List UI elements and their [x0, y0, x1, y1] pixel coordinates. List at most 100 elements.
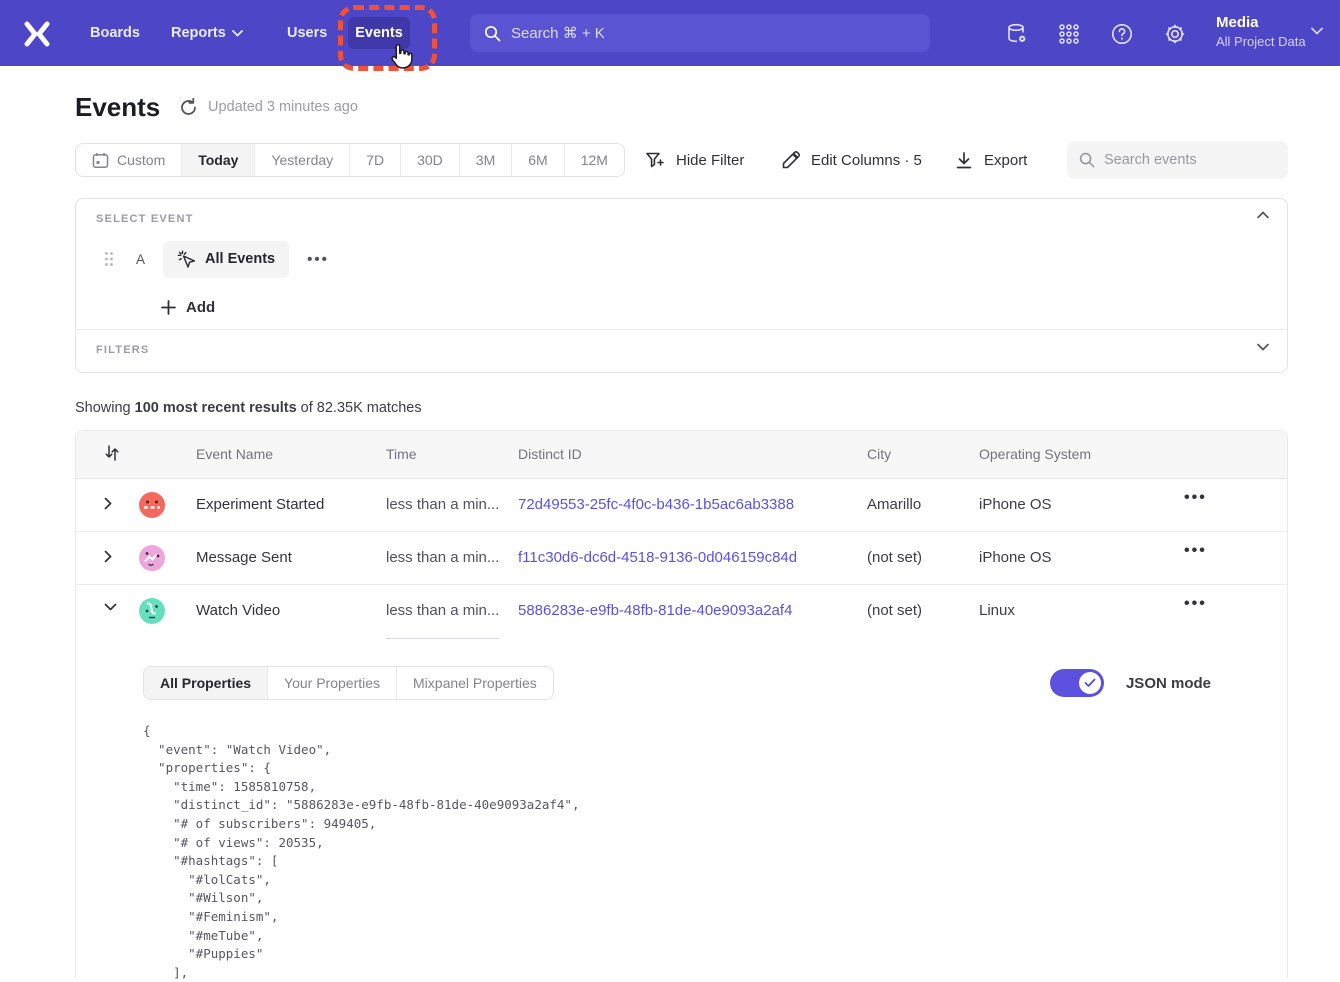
date-option-30d[interactable]: 30D [400, 144, 459, 176]
properties-tabs: All Properties Your Properties Mixpanel … [143, 666, 554, 700]
magic-cursor-icon [177, 250, 196, 269]
help-icon[interactable] [1110, 22, 1134, 46]
event-selector-chip[interactable]: All Events [163, 241, 289, 278]
summary-count: 100 most recent results [135, 400, 297, 416]
chevron-down-icon[interactable] [104, 603, 117, 611]
row-more-button[interactable]: ••• [1184, 542, 1207, 560]
events-table: Event Name Time Distinct ID City Operati… [75, 430, 1288, 978]
event-row-more-button[interactable]: ••• [307, 251, 329, 268]
date-option-yesterday[interactable]: Yesterday [254, 144, 349, 176]
chevron-up-icon[interactable] [1257, 211, 1269, 219]
row-more-button[interactable]: ••• [1184, 489, 1207, 507]
nav-item-reports-label: Reports [171, 25, 226, 41]
project-scope: All Project Data [1216, 33, 1306, 51]
date-range-control: Custom Today Yesterday 7D 30D 3M 6M 12M [75, 143, 625, 177]
date-option-custom[interactable]: Custom [76, 144, 181, 176]
table-row: Message Sent less than a min... f11c30d6… [76, 532, 1287, 585]
date-option-7d[interactable]: 7D [349, 144, 400, 176]
search-events-box[interactable] [1067, 141, 1288, 179]
plus-icon [161, 300, 176, 315]
cell-city: (not set) [867, 602, 922, 619]
project-name: Media [1216, 13, 1306, 33]
add-event-label: Add [186, 299, 215, 316]
event-json-viewer: { "event": "Watch Video", "properties": … [143, 722, 580, 982]
date-option-12m[interactable]: 12M [564, 144, 624, 176]
export-button[interactable]: Export [955, 143, 1027, 177]
filters-section-label: FILTERS [96, 344, 149, 356]
hide-filter-button[interactable]: Hide Filter [645, 143, 744, 177]
tab-label: All Properties [160, 675, 251, 691]
date-option-label: 3M [476, 152, 495, 168]
chevron-right-icon[interactable] [104, 550, 112, 563]
cell-time: less than a min... [386, 602, 499, 619]
nav-item-users[interactable]: Users [287, 0, 327, 66]
nav-item-events[interactable]: Events [348, 17, 410, 49]
date-option-today[interactable]: Today [181, 144, 254, 176]
search-icon [1079, 152, 1095, 168]
column-header-os[interactable]: Operating System [979, 446, 1091, 462]
tab-all-properties[interactable]: All Properties [144, 667, 267, 699]
date-option-label: Custom [117, 152, 165, 168]
nav-item-boards[interactable]: Boards [90, 0, 140, 66]
table-row: Experiment Started less than a min... 72… [76, 479, 1287, 532]
sort-icon[interactable] [104, 444, 120, 462]
nav-item-reports[interactable]: Reports [171, 0, 243, 66]
column-header-event-name[interactable]: Event Name [196, 446, 273, 462]
refresh-icon[interactable] [179, 98, 198, 117]
cell-city: Amarillo [867, 496, 921, 513]
date-option-3m[interactable]: 3M [459, 144, 511, 176]
cell-distinct-id-link[interactable]: 72d49553-25fc-4f0c-b436-1b5ac6ab3388 [518, 496, 794, 513]
tab-your-properties[interactable]: Your Properties [267, 667, 396, 699]
table-header: Event Name Time Distinct ID City Operati… [76, 431, 1287, 479]
event-query-row: A All Events ••• [104, 241, 329, 277]
column-header-city[interactable]: City [867, 446, 891, 462]
add-event-button[interactable]: Add [161, 292, 215, 322]
settings-gear-icon[interactable] [1163, 22, 1187, 46]
select-event-section-label: SELECT EVENT [96, 213, 194, 225]
cell-os: iPhone OS [979, 549, 1052, 566]
drag-handle-icon[interactable] [104, 251, 114, 267]
date-option-6m[interactable]: 6M [511, 144, 563, 176]
cell-time: less than a min... [386, 549, 499, 566]
download-icon [955, 151, 973, 170]
search-events-input[interactable] [1104, 152, 1264, 168]
column-header-time[interactable]: Time [386, 446, 417, 462]
global-search-bar[interactable]: Search ⌘ + K [470, 14, 930, 52]
mixpanel-logo-icon[interactable] [24, 21, 50, 47]
top-navbar: Boards Reports Users Events Search ⌘ + K [0, 0, 1340, 66]
cell-distinct-id-link[interactable]: 5886283e-e9fb-48fb-81de-40e9093a2af4 [518, 602, 792, 619]
project-switcher[interactable]: Media All Project Data [1216, 13, 1306, 51]
date-option-label: Today [198, 152, 238, 168]
filter-funnel-icon [645, 151, 665, 170]
page-title: Events [75, 92, 160, 123]
hide-filter-label: Hide Filter [676, 152, 744, 169]
event-avatar [139, 492, 165, 518]
selected-event-name: All Events [205, 251, 275, 267]
json-mode-toggle[interactable] [1050, 669, 1104, 697]
chevron-down-icon[interactable] [1257, 343, 1269, 351]
results-summary: Showing 100 most recent results of 82.35… [75, 400, 422, 416]
cell-event-name: Experiment Started [196, 496, 324, 513]
data-management-icon[interactable] [1005, 22, 1029, 46]
export-label: Export [984, 152, 1027, 169]
cell-os: Linux [979, 602, 1015, 619]
cell-distinct-id-link[interactable]: f11c30d6-dc6d-4518-9136-0d046159c84d [518, 549, 797, 566]
calendar-icon [92, 152, 109, 169]
chevron-down-icon[interactable] [1311, 27, 1323, 35]
section-divider [76, 329, 1287, 330]
toggle-knob [1079, 672, 1101, 694]
chevron-right-icon[interactable] [104, 497, 112, 510]
column-header-distinct-id[interactable]: Distinct ID [518, 446, 582, 462]
cell-city: (not set) [867, 549, 922, 566]
apps-grid-icon[interactable] [1057, 22, 1081, 46]
cell-event-name: Watch Video [196, 602, 280, 619]
cell-event-name: Message Sent [196, 549, 292, 566]
tab-mixpanel-properties[interactable]: Mixpanel Properties [396, 667, 553, 699]
json-mode-label: JSON mode [1126, 675, 1211, 692]
edit-columns-button[interactable]: Edit Columns · 5 [781, 143, 922, 177]
nav-item-users-label: Users [287, 25, 327, 41]
edit-columns-label: Edit Columns · 5 [811, 152, 922, 169]
event-avatar [139, 545, 165, 571]
date-option-label: 30D [417, 152, 443, 168]
row-more-button[interactable]: ••• [1184, 595, 1207, 613]
